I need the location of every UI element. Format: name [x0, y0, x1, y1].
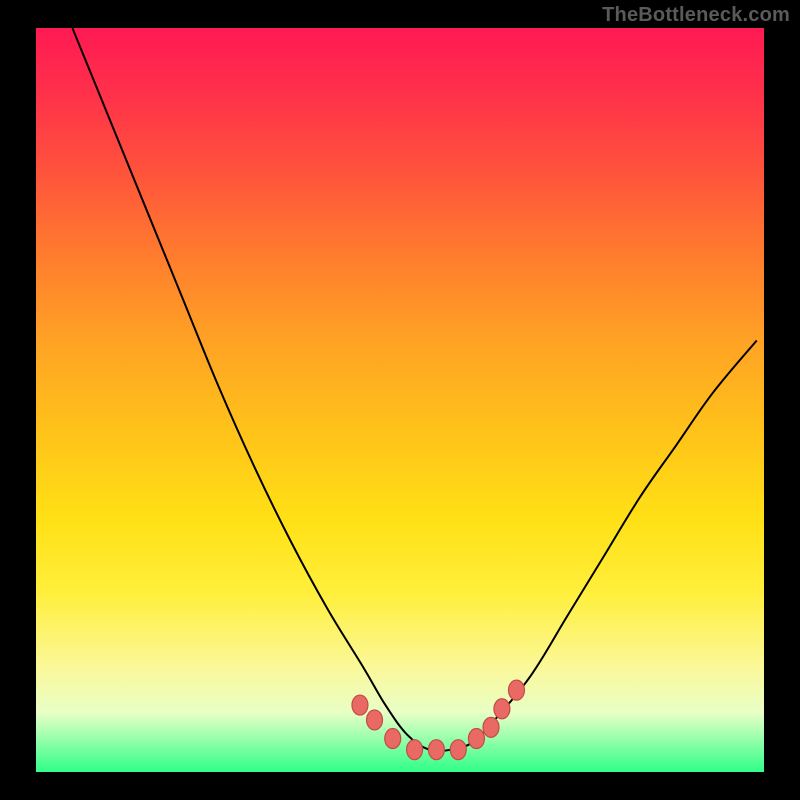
- bottleneck-curve: [72, 28, 756, 751]
- curve-marker: [468, 729, 484, 749]
- curve-marker: [385, 729, 401, 749]
- curve-marker: [352, 695, 368, 715]
- curve-marker: [407, 740, 423, 760]
- curve-marker: [450, 740, 466, 760]
- curve-marker: [494, 699, 510, 719]
- curve-layer: [36, 28, 764, 772]
- curve-marker: [483, 717, 499, 737]
- curve-marker: [428, 740, 444, 760]
- curve-marker: [508, 680, 524, 700]
- watermark-text: TheBottleneck.com: [602, 4, 790, 27]
- curve-marker: [367, 710, 383, 730]
- chart-frame: TheBottleneck.com: [0, 0, 800, 800]
- plot-area: [36, 28, 764, 772]
